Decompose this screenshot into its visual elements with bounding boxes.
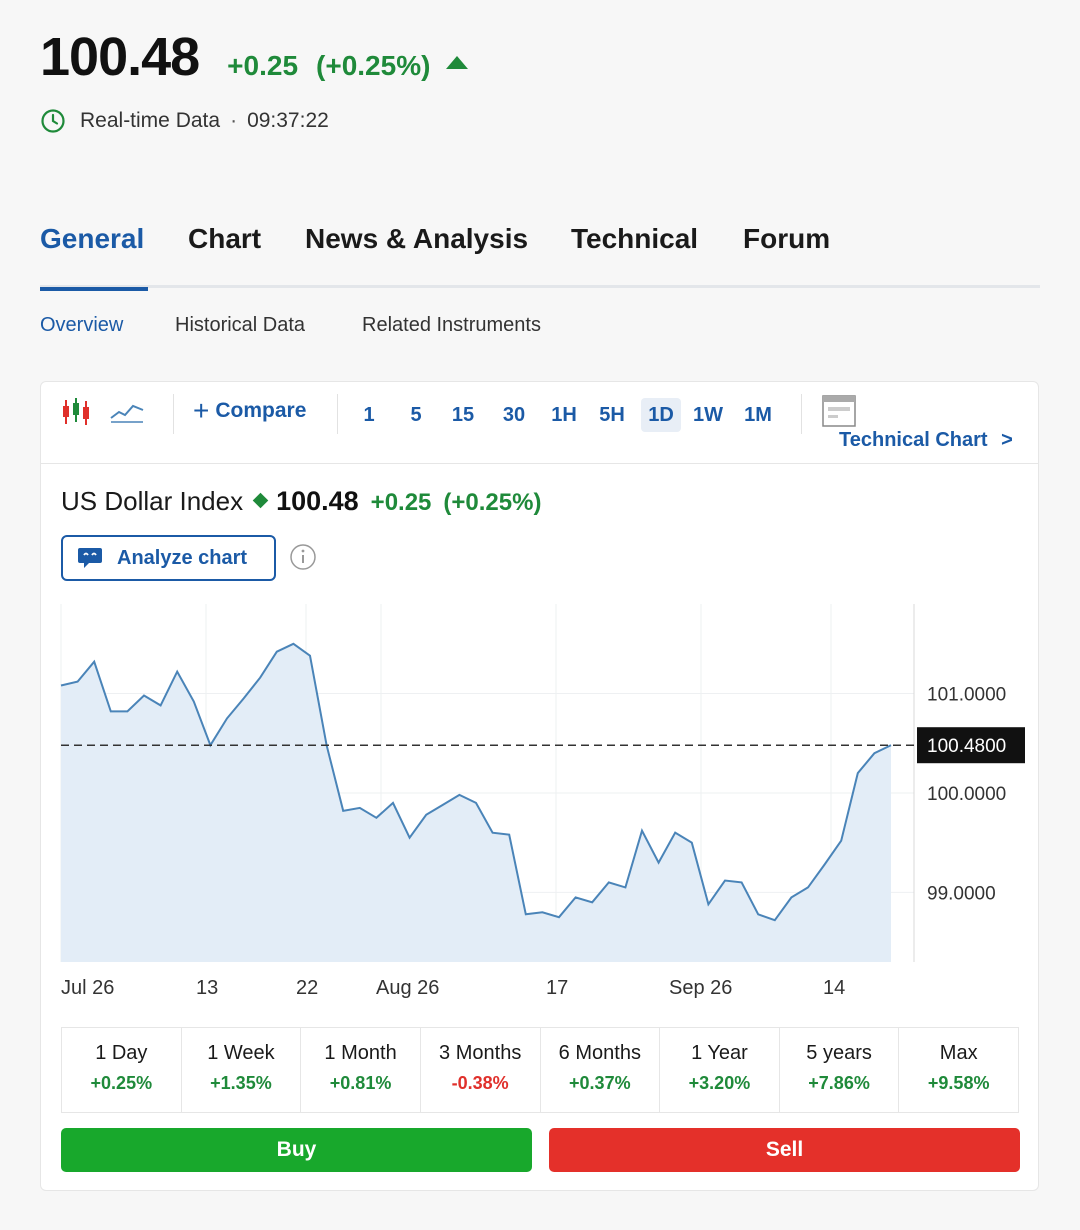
realtime-separator: ·: [230, 109, 238, 132]
period-change: +0.37%: [569, 1073, 631, 1093]
period-label: 1 Month: [324, 1042, 397, 1064]
diamond-icon: [252, 492, 269, 509]
toolbar-divider: [337, 394, 338, 434]
current-value-label: 100.4800: [927, 736, 1006, 757]
period-change: +9.58%: [927, 1073, 990, 1093]
line-chart-icon[interactable]: [109, 396, 145, 433]
price-change-percent: (+0.25%): [316, 50, 431, 81]
chevron-right-icon: >: [1001, 429, 1013, 451]
timeframe-1m[interactable]: 1M: [738, 398, 778, 432]
realtime-status: Real-time Data · 09:37:22: [40, 108, 329, 134]
toolbar-divider: [173, 394, 174, 434]
tab-forum[interactable]: Forum: [743, 220, 830, 288]
y-tick-label: 100.0000: [927, 784, 1006, 805]
clock-icon: [41, 109, 65, 133]
period-label: 1 Day: [95, 1042, 148, 1064]
chart-toolbar: + Compare 1 5 15 30 1H 5H 1D 1W 1M Techn…: [41, 382, 1038, 464]
candlestick-icon[interactable]: [61, 396, 93, 433]
chart-card: + Compare 1 5 15 30 1H 5H 1D 1W 1M Techn…: [40, 381, 1039, 1191]
realtime-time: 09:37:22: [247, 109, 329, 132]
sell-button[interactable]: Sell: [549, 1128, 1020, 1172]
timeframe-5h[interactable]: 5H: [592, 398, 632, 432]
timeframe-1h[interactable]: 1H: [544, 398, 584, 432]
technical-chart-label: Technical Chart: [839, 429, 988, 451]
instrument-change-percent: (+0.25%): [443, 489, 542, 516]
x-tick-label: 13: [196, 977, 218, 999]
timeframe-15[interactable]: 15: [443, 398, 483, 432]
timeframe-1w[interactable]: 1W: [688, 398, 728, 432]
period-cell[interactable]: 1 Year +3.20%: [660, 1028, 780, 1112]
period-cell[interactable]: 6 Months +0.37%: [541, 1028, 661, 1112]
timeframe-1[interactable]: 1: [353, 398, 385, 432]
period-change: +0.81%: [329, 1073, 392, 1093]
compare-button[interactable]: + Compare: [193, 395, 307, 426]
chart-title: US Dollar Index 100.48 +0.25 (+0.25%): [61, 486, 541, 517]
period-change: -0.38%: [451, 1073, 509, 1093]
period-label: Max: [939, 1042, 978, 1064]
analyze-chart-label: Analyze chart: [117, 546, 248, 569]
period-cell[interactable]: 1 Day +0.25%: [62, 1028, 182, 1112]
period-change: +0.25%: [90, 1073, 153, 1093]
subtab-overview[interactable]: Overview: [40, 314, 123, 337]
y-tick-label: 101.0000: [927, 685, 1006, 706]
x-tick-label: 17: [546, 977, 568, 999]
timeframe-1d[interactable]: 1D: [641, 398, 681, 432]
period-cell[interactable]: 3 Months -0.38%: [421, 1028, 541, 1112]
analyze-chart-button[interactable]: Analyze chart: [61, 535, 276, 581]
current-price: 100.48: [40, 27, 200, 87]
compare-label: Compare: [215, 399, 307, 422]
technical-chart-link[interactable]: Technical Chart >: [839, 429, 1013, 452]
x-tick-label: Sep 26: [669, 977, 732, 999]
instrument-price: 100.48: [276, 486, 359, 516]
period-label: 3 Months: [439, 1042, 522, 1064]
up-arrow-icon: [446, 56, 469, 69]
chat-bubble-icon: [78, 548, 102, 568]
tab-news-analysis[interactable]: News & Analysis: [305, 220, 528, 288]
x-tick-label: 14: [823, 977, 845, 999]
period-label: 5 years: [806, 1042, 872, 1064]
info-icon[interactable]: [289, 543, 317, 576]
tab-chart[interactable]: Chart: [188, 220, 261, 288]
period-label: 1 Week: [207, 1042, 275, 1064]
price-header: 100.48 +0.25 (+0.25%): [40, 26, 469, 88]
period-cell[interactable]: 1 Week +1.35%: [182, 1028, 302, 1112]
x-tick-label: 22: [296, 977, 318, 999]
period-cell[interactable]: Max +9.58%: [899, 1028, 1018, 1112]
period-performance: 1 Day +0.25% 1 Week +1.35% 1 Month +0.81% 3 Mo…: [61, 1027, 1019, 1113]
price-change: +0.25: [227, 50, 299, 81]
period-cell[interactable]: 5 years +7.86%: [780, 1028, 900, 1112]
y-tick-label: 99.0000: [927, 883, 996, 904]
price-chart[interactable]: 101.0000 100.0000 99.0000 100.4800 Jul 26 13 2…: [41, 582, 1039, 1012]
timeframe-30[interactable]: 30: [494, 398, 534, 432]
tab-general[interactable]: General: [40, 220, 148, 291]
x-tick-label: Jul 26: [61, 977, 114, 999]
technical-chart-icon[interactable]: [821, 394, 857, 433]
period-change: +7.86%: [808, 1073, 870, 1093]
instrument-change: +0.25: [370, 489, 432, 516]
tab-technical[interactable]: Technical: [571, 220, 698, 288]
plus-icon: +: [193, 395, 210, 426]
subtab-historical-data[interactable]: Historical Data: [175, 314, 305, 337]
period-change: +3.20%: [688, 1073, 751, 1093]
period-cell[interactable]: 1 Month +0.81%: [301, 1028, 421, 1112]
main-tabs: General Chart News & Analysis Technical …: [40, 220, 1040, 291]
x-tick-label: Aug 26: [376, 977, 439, 999]
instrument-name: US Dollar Index: [61, 486, 244, 516]
buy-button[interactable]: Buy: [61, 1128, 532, 1172]
period-label: 6 Months: [558, 1042, 641, 1064]
period-label: 1 Year: [691, 1042, 748, 1064]
toolbar-divider: [801, 394, 802, 434]
realtime-label: Real-time Data: [80, 109, 221, 132]
timeframe-5[interactable]: 5: [400, 398, 432, 432]
period-change: +1.35%: [210, 1073, 272, 1093]
subtab-related-instruments[interactable]: Related Instruments: [362, 314, 541, 337]
